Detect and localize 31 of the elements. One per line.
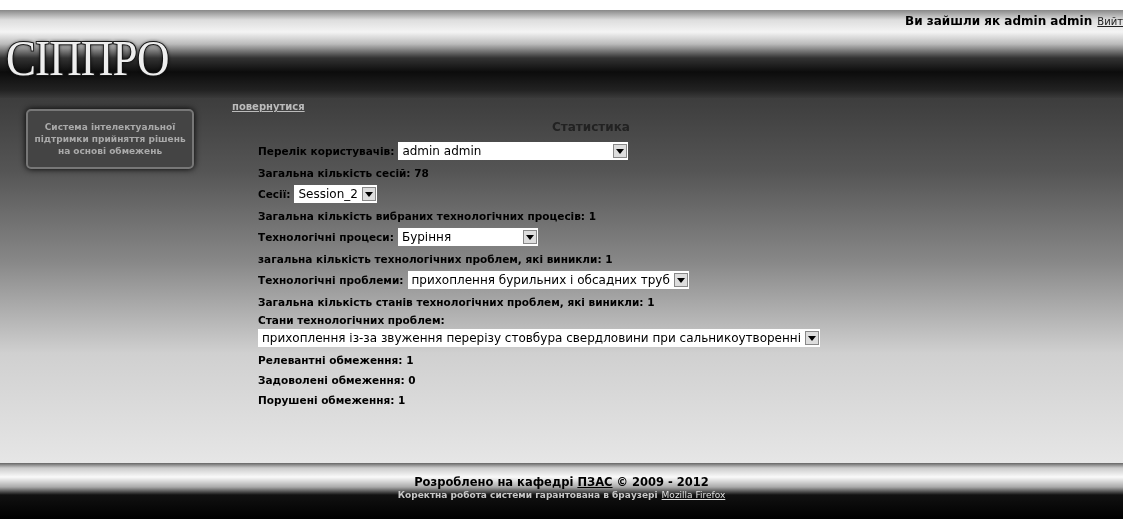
department-link[interactable]: ПЗАС	[577, 475, 613, 489]
statistic-text: Задоволені обмеження: 0	[258, 373, 416, 386]
field-label: Сесії:	[258, 188, 291, 200]
dropdown-select[interactable]: прихоплення бурильних і обсадних труб	[407, 271, 689, 289]
field-label: Стани технологічних проблем:	[258, 314, 445, 326]
field-label: Технологічні проблеми:	[258, 274, 404, 286]
system-description-panel: Система інтелектуальної підтримки прийняття рішень на основі обмежень	[26, 109, 194, 169]
statistic-text: Загальна кількість вибраних технологічних процесів: 1	[258, 209, 596, 222]
caret-down-icon	[525, 234, 534, 240]
field-label: Перелік користувачів:	[258, 145, 395, 157]
dropdown-select[interactable]: admin admin	[398, 142, 629, 160]
statistic-text: загальна кількість технологічних проблем, які виникли: 1	[258, 252, 613, 265]
statistic-text: Релевантні обмеження: 1	[258, 353, 414, 366]
field-label: Технологічні процеси:	[258, 231, 394, 243]
logged-in-user-text: Ви зайшли як admin admin	[905, 14, 1093, 28]
site-logo: СІППРО	[6, 34, 169, 82]
statistic-text: Загальна кількість сесій: 78	[258, 166, 429, 179]
caret-down-icon	[808, 335, 816, 341]
caret-down-icon	[364, 191, 373, 197]
statistic-text: Порушені обмеження: 1	[258, 393, 406, 406]
dropdown-select[interactable]: Session_2	[294, 185, 377, 203]
logout-link[interactable]: Вийт	[1097, 16, 1123, 27]
browser-link[interactable]: Mozilla Firefox	[661, 490, 726, 500]
browser-note-text: Коректна робота системи гарантована в браузері	[397, 490, 658, 500]
caret-down-icon	[616, 148, 625, 154]
dropdown-select[interactable]: прихоплення із-за звуження перерізу стовбура свердловини при сальникоутворенні	[258, 329, 820, 347]
statistic-text: Загальна кількість станів технологічних проблем, які виникли: 1	[258, 295, 655, 308]
back-link[interactable]: повернутися	[232, 101, 1123, 112]
dropdown-select[interactable]: Буріння	[397, 228, 538, 246]
footer-credit-text: Розроблено на кафедрі ПЗАС © 2009 - 2012	[414, 475, 709, 489]
caret-down-icon	[676, 277, 685, 283]
